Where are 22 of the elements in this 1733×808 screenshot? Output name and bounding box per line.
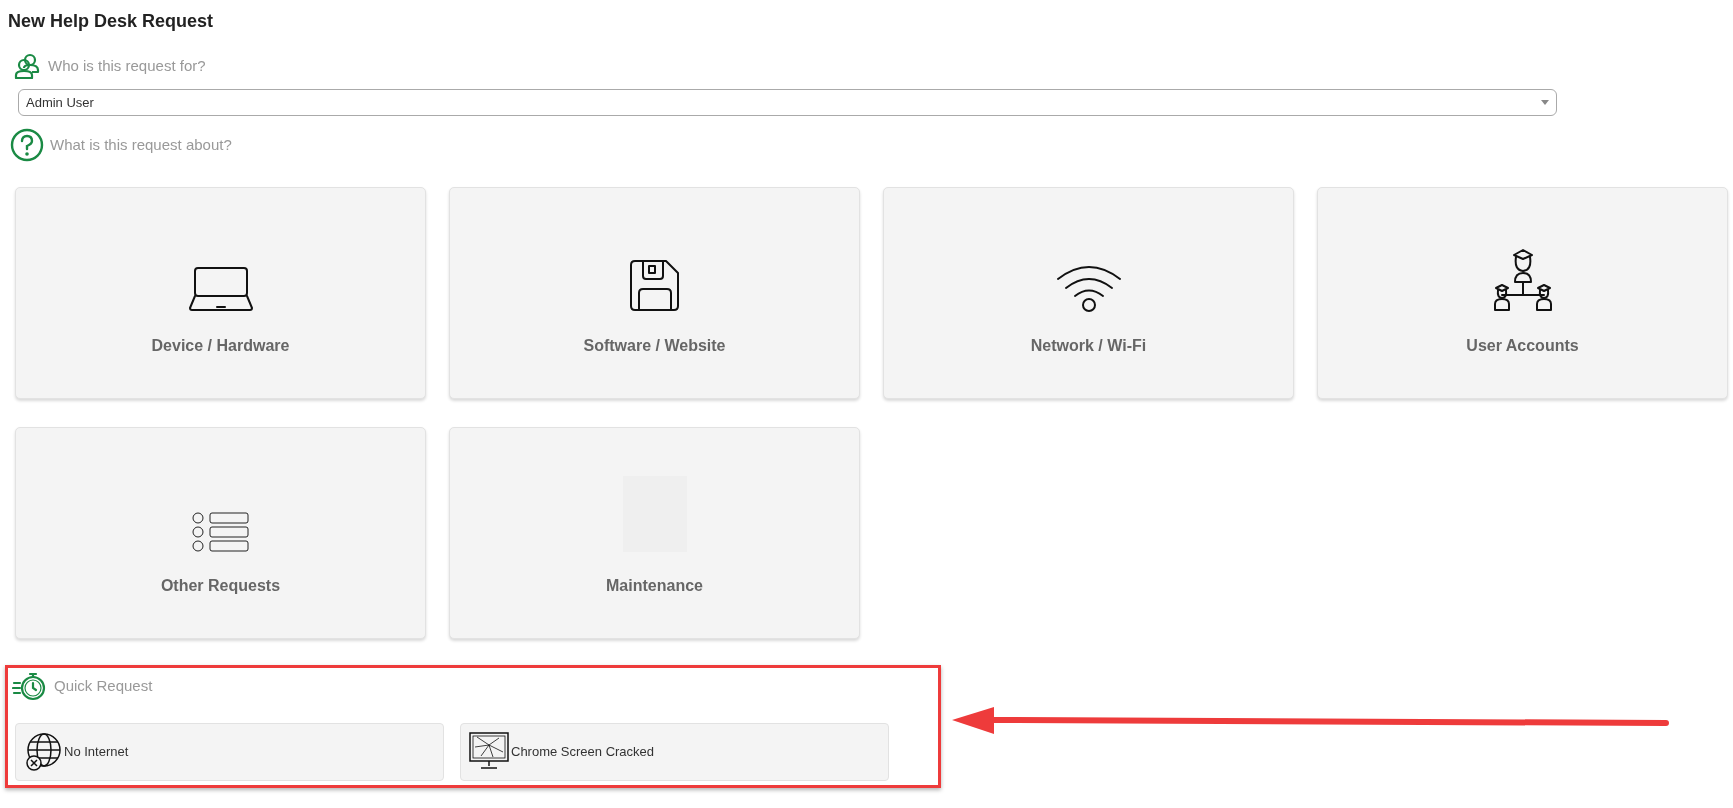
cracked-monitor-icon: [469, 732, 509, 772]
quick-request-card[interactable]: Chrome Screen Cracked: [460, 723, 889, 781]
category-card[interactable]: Network / Wi-Fi: [883, 187, 1294, 399]
user-hierarchy-icon: [1491, 248, 1554, 312]
laptop-icon: [187, 266, 254, 312]
dropdown-caret-icon: [1541, 100, 1549, 105]
section-label: Quick Request: [54, 675, 153, 696]
globe-cross-icon: [24, 732, 62, 772]
list-icon: [191, 512, 250, 552]
wifi-icon: [1055, 264, 1122, 312]
users-icon: [14, 53, 40, 79]
quick-request-card[interactable]: No Internet: [15, 723, 444, 781]
page-title: New Help Desk Request: [8, 10, 215, 33]
category-card[interactable]: User Accounts: [1317, 187, 1728, 399]
field-label: Who is this request for?: [48, 55, 206, 76]
category-card[interactable]: Software / Website: [449, 187, 860, 399]
question-mark-icon: [10, 128, 44, 162]
stopwatch-icon: [12, 671, 46, 701]
field-label: What is this request about?: [50, 134, 232, 155]
category-card[interactable]: Other Requests: [15, 427, 426, 639]
user-select[interactable]: Admin User: [18, 89, 1557, 116]
category-card[interactable]: Device / Hardware: [15, 187, 426, 399]
